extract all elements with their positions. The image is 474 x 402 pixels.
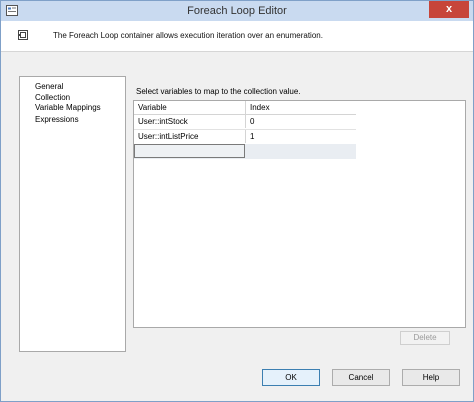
window-title: Foreach Loop Editor [187,5,287,17]
index-cell[interactable]: 1 [246,130,356,143]
nav-item-collection[interactable]: Collection [35,93,70,102]
foreach-loop-icon [18,30,28,40]
index-cell[interactable]: 0 [246,115,356,128]
variable-cell[interactable]: User::intListPrice [134,130,246,143]
help-button[interactable]: Help [402,369,460,386]
header-description: The Foreach Loop container allows execut… [53,31,323,40]
dialog-window: Foreach Loop Editor x The Foreach Loop c… [0,0,474,402]
delete-button[interactable]: Delete [400,331,450,345]
nav-item-expressions[interactable]: Expressions [35,115,79,124]
column-header-index[interactable]: Index [246,101,356,114]
title-bar[interactable]: Foreach Loop Editor x [1,1,473,21]
description-header: The Foreach Loop container allows execut… [1,21,473,52]
variable-mapping-grid: Variable Index User::intStock 0 User::in… [133,100,466,328]
cancel-button[interactable]: Cancel [332,369,390,386]
nav-item-general[interactable]: General [35,82,63,91]
column-header-variable[interactable]: Variable [134,101,246,114]
grid-header: Variable Index [134,101,356,115]
close-button[interactable]: x [429,1,469,18]
instruction-label: Select variables to map to the collectio… [136,87,301,96]
ok-button[interactable]: OK [262,369,320,386]
new-row[interactable] [134,144,356,159]
page-navigation: General Collection Variable Mappings Exp… [19,76,126,352]
table-row[interactable]: User::intStock 0 [134,115,356,130]
table-row[interactable]: User::intListPrice 1 [134,130,356,145]
variable-cell[interactable]: User::intStock [134,115,246,128]
new-variable-cell[interactable] [134,144,245,158]
close-icon: x [445,3,453,15]
nav-item-variable-mappings[interactable]: Variable Mappings [35,103,101,112]
